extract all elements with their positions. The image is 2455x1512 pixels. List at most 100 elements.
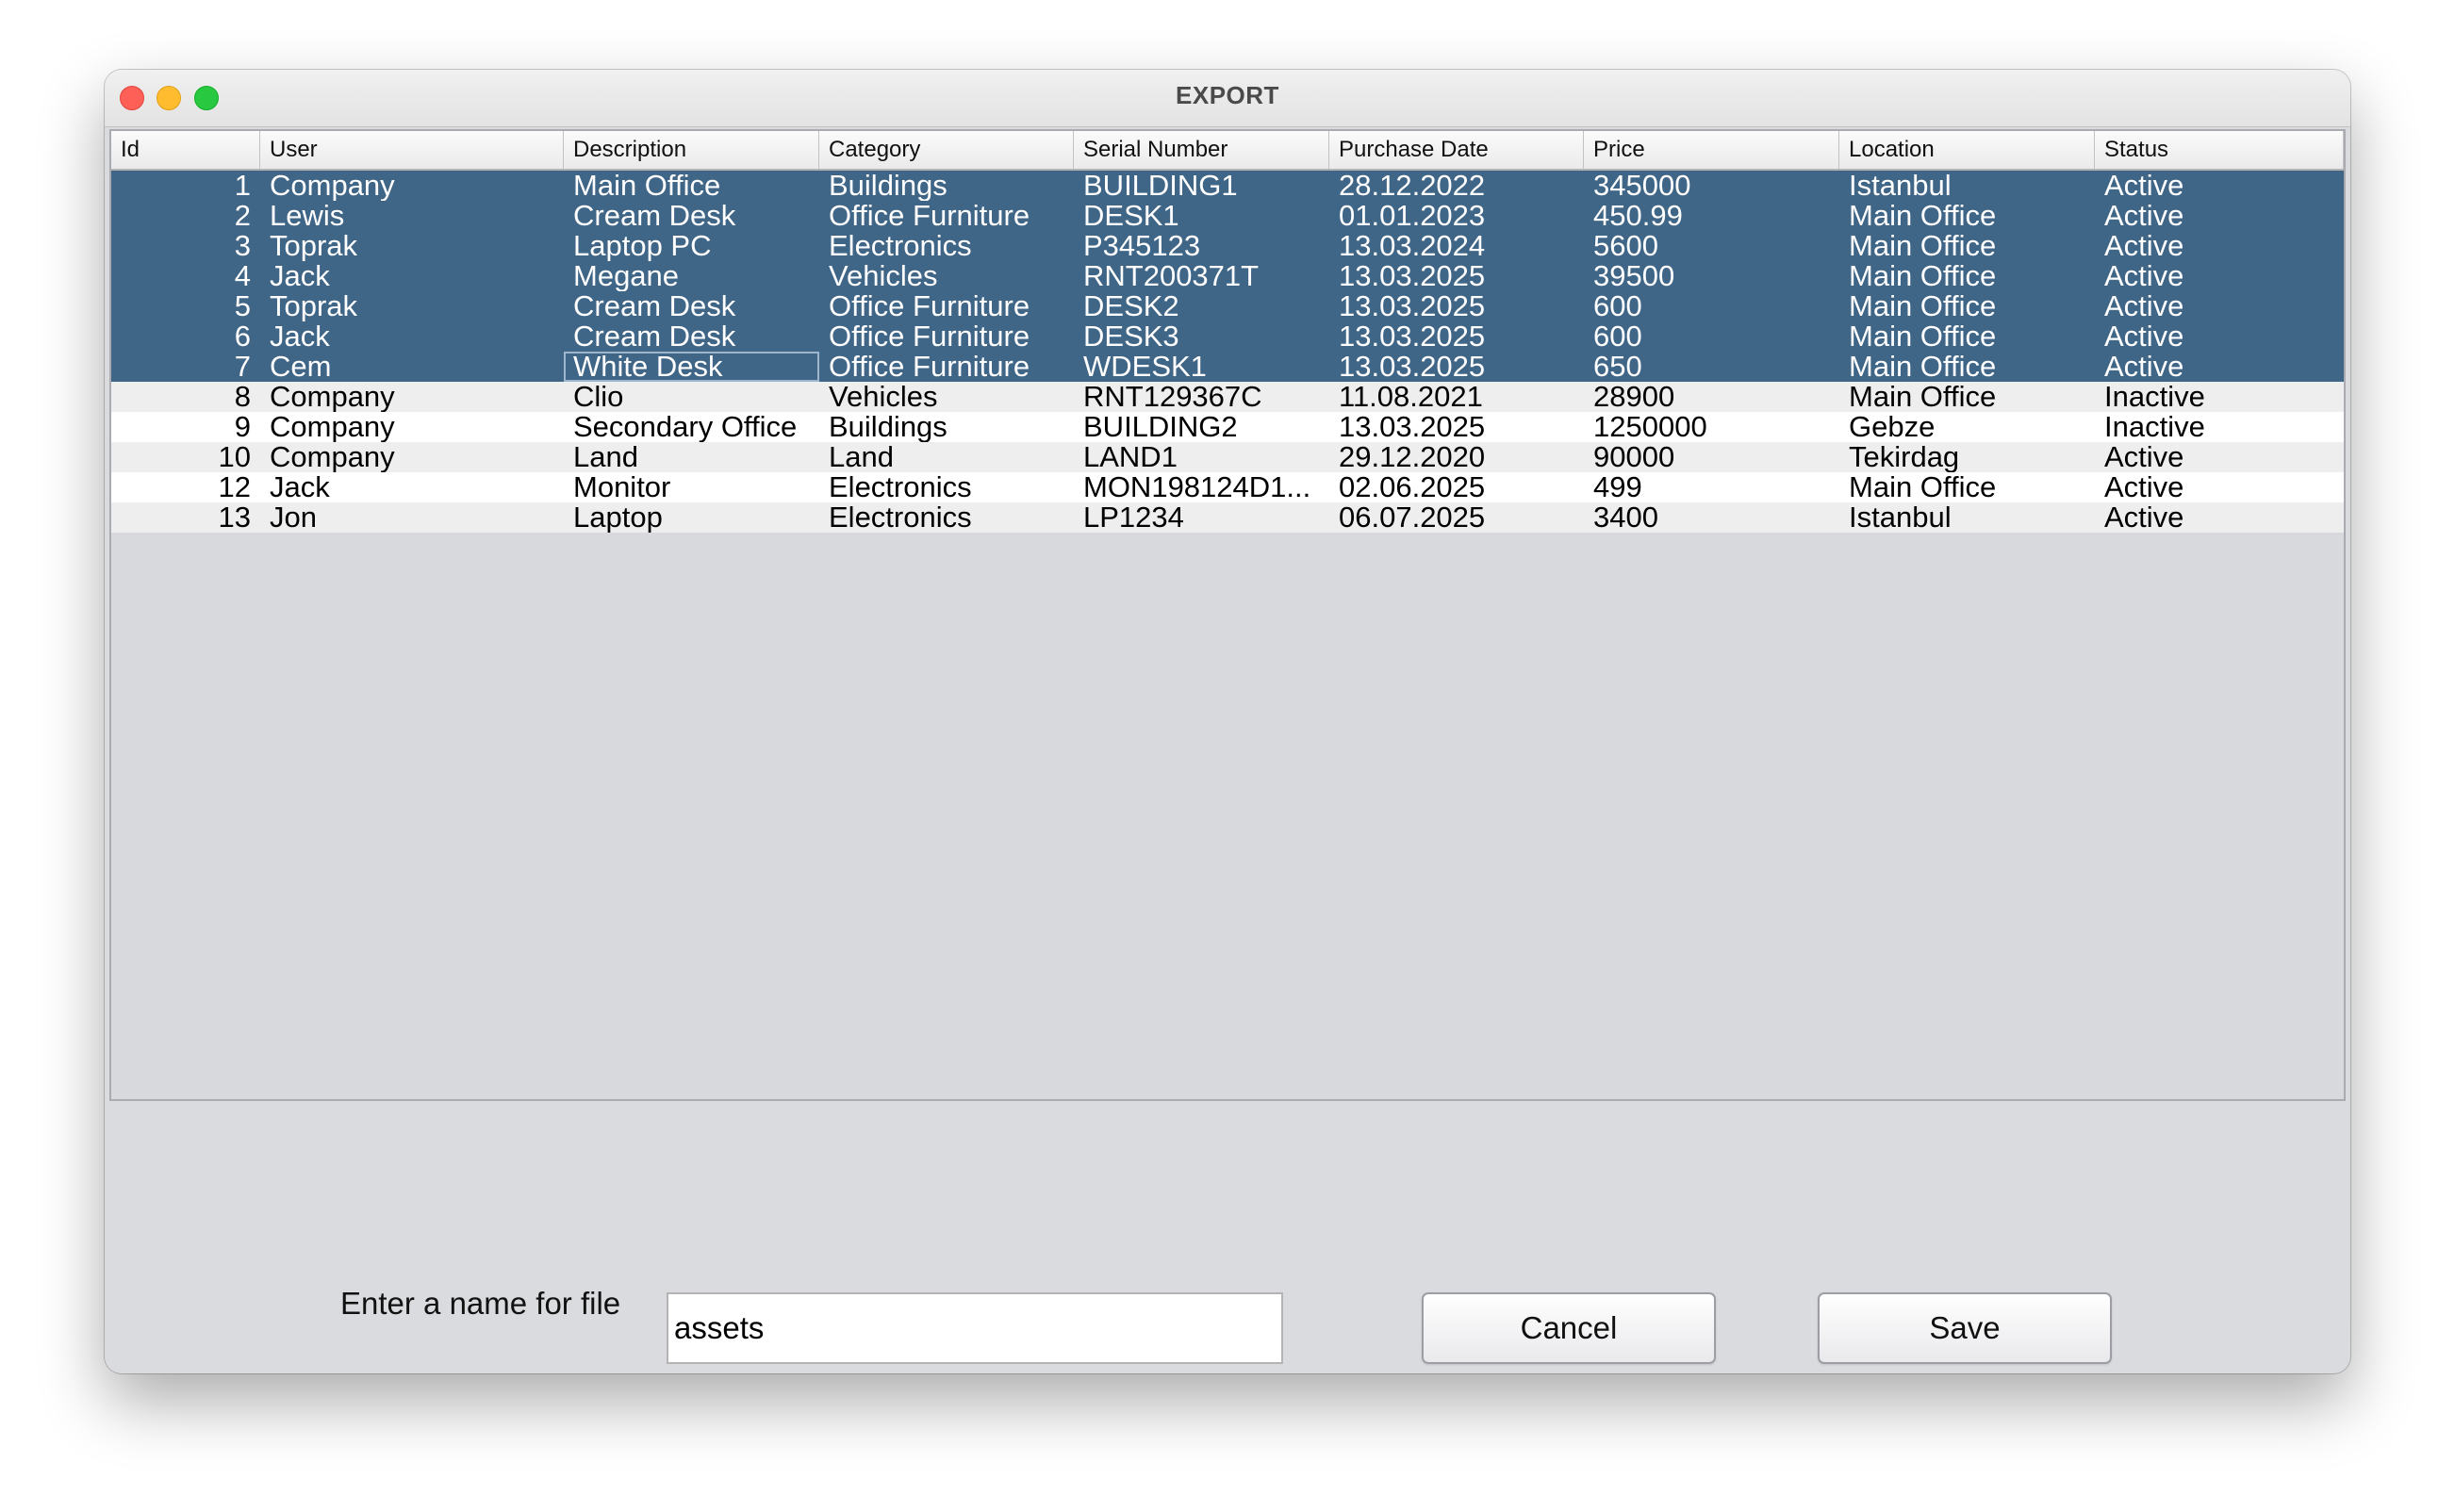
table-row[interactable]: 5 Toprak Cream Desk Office Furniture DESK2 13… <box>111 291 2344 321</box>
cell-user[interactable]: Cem <box>260 352 564 382</box>
table-row[interactable]: 6 Jack Cream Desk Office Furniture DESK3 13.0… <box>111 321 2344 352</box>
cell-purchase-date[interactable]: 13.03.2024 <box>1329 231 1584 261</box>
cell-serial-number[interactable]: BUILDING2 <box>1074 412 1329 442</box>
cell-purchase-date[interactable]: 13.03.2025 <box>1329 412 1584 442</box>
table-row[interactable]: 7 Cem White Desk Office Furniture WDESK1 13.0… <box>111 352 2344 382</box>
cell-price[interactable]: 1250000 <box>1584 412 1839 442</box>
cell-purchase-date[interactable]: 06.07.2025 <box>1329 502 1584 533</box>
table-row[interactable]: 9 Company Secondary Office Buildings BUILDIN… <box>111 412 2344 442</box>
cell-description[interactable]: Megane <box>564 261 819 291</box>
cell-description[interactable]: Secondary Office <box>564 412 819 442</box>
cell-serial-number[interactable]: DESK2 <box>1074 291 1329 321</box>
cell-price[interactable]: 28900 <box>1584 382 1839 412</box>
cell-category[interactable]: Electronics <box>819 472 1074 502</box>
cell-category[interactable]: Electronics <box>819 231 1074 261</box>
cell-category[interactable]: Land <box>819 442 1074 472</box>
cell-location[interactable]: Main Office <box>1839 291 2095 321</box>
cell-id[interactable]: 13 <box>111 502 260 533</box>
cell-category[interactable]: Vehicles <box>819 261 1074 291</box>
table-body[interactable]: 1 Company Main Office Buildings BUILDING1 28.… <box>111 171 2344 533</box>
cell-id[interactable]: 9 <box>111 412 260 442</box>
cell-id[interactable]: 1 <box>111 171 260 201</box>
table-row[interactable]: 12 Jack Monitor Electronics MON198124D1... 02… <box>111 472 2344 502</box>
cell-price[interactable]: 650 <box>1584 352 1839 382</box>
cell-user[interactable]: Toprak <box>260 291 564 321</box>
cell-user[interactable]: Company <box>260 412 564 442</box>
cell-id[interactable]: 3 <box>111 231 260 261</box>
cell-serial-number[interactable]: LP1234 <box>1074 502 1329 533</box>
cell-user[interactable]: Jack <box>260 321 564 352</box>
cell-status[interactable]: Inactive <box>2095 382 2344 412</box>
table-row[interactable]: 10 Company Land Land LAND1 29.12.2020 90000 Tek… <box>111 442 2344 472</box>
cell-id[interactable]: 8 <box>111 382 260 412</box>
cell-status[interactable]: Active <box>2095 261 2344 291</box>
column-header-purchase-date[interactable]: Purchase Date <box>1329 131 1584 169</box>
column-header-price[interactable]: Price <box>1584 131 1839 169</box>
cell-status[interactable]: Active <box>2095 201 2344 231</box>
cell-description[interactable]: Clio <box>564 382 819 412</box>
cell-location[interactable]: Main Office <box>1839 382 2095 412</box>
cell-price[interactable]: 450.99 <box>1584 201 1839 231</box>
cell-price[interactable]: 345000 <box>1584 171 1839 201</box>
table-row[interactable]: 4 Jack Megane Vehicles RNT200371T 13.03.2025 3… <box>111 261 2344 291</box>
cell-location[interactable]: Tekirdag <box>1839 442 2095 472</box>
cell-purchase-date[interactable]: 13.03.2025 <box>1329 321 1584 352</box>
cell-category[interactable]: Office Furniture <box>819 291 1074 321</box>
cell-status[interactable]: Active <box>2095 352 2344 382</box>
table-row[interactable]: 2 Lewis Cream Desk Office Furniture DESK1 01.… <box>111 201 2344 231</box>
cell-serial-number[interactable]: RNT200371T <box>1074 261 1329 291</box>
cell-purchase-date[interactable]: 13.03.2025 <box>1329 291 1584 321</box>
cell-category[interactable]: Buildings <box>819 412 1074 442</box>
cell-user[interactable]: Jack <box>260 472 564 502</box>
table-row[interactable]: 3 Toprak Laptop PC Electronics P345123 13.03.… <box>111 231 2344 261</box>
cell-serial-number[interactable]: RNT129367C <box>1074 382 1329 412</box>
cell-id[interactable]: 2 <box>111 201 260 231</box>
cell-user[interactable]: Company <box>260 382 564 412</box>
cell-status[interactable]: Active <box>2095 231 2344 261</box>
cell-status[interactable]: Active <box>2095 442 2344 472</box>
cell-serial-number[interactable]: P345123 <box>1074 231 1329 261</box>
cell-purchase-date[interactable]: 29.12.2020 <box>1329 442 1584 472</box>
cell-description[interactable]: Cream Desk <box>564 291 819 321</box>
cell-category[interactable]: Office Furniture <box>819 352 1074 382</box>
cell-id[interactable]: 12 <box>111 472 260 502</box>
cell-id[interactable]: 10 <box>111 442 260 472</box>
cell-location[interactable]: Main Office <box>1839 201 2095 231</box>
cell-description[interactable]: Laptop PC <box>564 231 819 261</box>
cell-id[interactable]: 5 <box>111 291 260 321</box>
cell-id[interactable]: 7 <box>111 352 260 382</box>
cell-status[interactable]: Inactive <box>2095 412 2344 442</box>
cell-location[interactable]: Main Office <box>1839 261 2095 291</box>
cell-location[interactable]: Istanbul <box>1839 171 2095 201</box>
table-row[interactable]: 13 Jon Laptop Electronics LP1234 06.07.2025 34… <box>111 502 2344 533</box>
cell-location[interactable]: Istanbul <box>1839 502 2095 533</box>
cell-description[interactable]: Main Office <box>564 171 819 201</box>
cell-description[interactable]: Land <box>564 442 819 472</box>
cell-serial-number[interactable]: MON198124D1... <box>1074 472 1329 502</box>
cell-description[interactable]: Cream Desk <box>564 321 819 352</box>
cell-user[interactable]: Company <box>260 442 564 472</box>
cell-price[interactable]: 3400 <box>1584 502 1839 533</box>
cell-category[interactable]: Office Furniture <box>819 321 1074 352</box>
cell-description[interactable]: Monitor <box>564 472 819 502</box>
cell-status[interactable]: Active <box>2095 472 2344 502</box>
cell-description[interactable]: White Desk <box>564 352 819 382</box>
table-row[interactable]: 1 Company Main Office Buildings BUILDING1 28.… <box>111 171 2344 201</box>
cell-price[interactable]: 600 <box>1584 321 1839 352</box>
column-header-serial-number[interactable]: Serial Number <box>1074 131 1329 169</box>
cell-status[interactable]: Active <box>2095 321 2344 352</box>
file-name-input[interactable] <box>667 1292 1283 1364</box>
cell-category[interactable]: Vehicles <box>819 382 1074 412</box>
cell-serial-number[interactable]: DESK3 <box>1074 321 1329 352</box>
cell-category[interactable]: Office Furniture <box>819 201 1074 231</box>
cell-location[interactable]: Main Office <box>1839 472 2095 502</box>
column-header-location[interactable]: Location <box>1839 131 2095 169</box>
cell-description[interactable]: Cream Desk <box>564 201 819 231</box>
cell-price[interactable]: 5600 <box>1584 231 1839 261</box>
cell-id[interactable]: 4 <box>111 261 260 291</box>
cell-serial-number[interactable]: LAND1 <box>1074 442 1329 472</box>
cell-category[interactable]: Electronics <box>819 502 1074 533</box>
cell-purchase-date[interactable]: 28.12.2022 <box>1329 171 1584 201</box>
cell-purchase-date[interactable]: 02.06.2025 <box>1329 472 1584 502</box>
assets-table[interactable]: Id User Description Category Serial Number Pu… <box>109 129 2346 1101</box>
